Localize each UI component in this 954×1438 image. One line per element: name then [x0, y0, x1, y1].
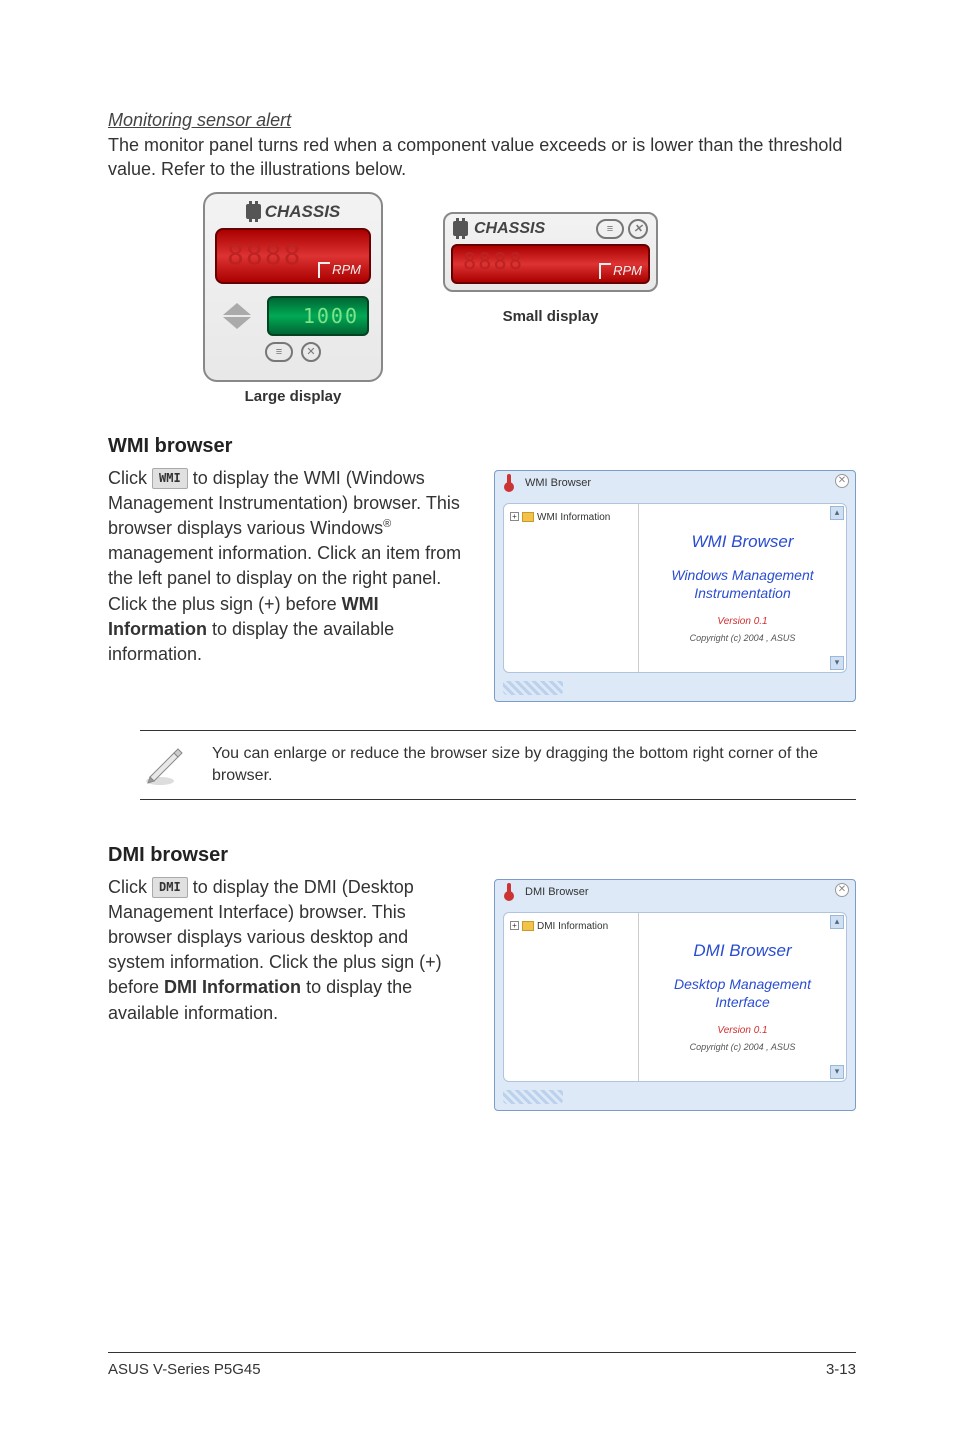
- rpm-label-small: RPM: [613, 263, 642, 278]
- dmi-heading: DMI browser: [108, 844, 856, 867]
- close-icon[interactable]: ✕: [628, 219, 648, 239]
- seg-digits-small: 8888: [463, 250, 524, 275]
- seg-digits-large: 8888: [227, 238, 302, 271]
- footer-right: 3-13: [826, 1361, 856, 1378]
- note-box: You can enlarge or reduce the browser si…: [140, 730, 856, 800]
- updown-arrows[interactable]: [217, 301, 257, 331]
- rpm-box-icon: [599, 263, 611, 279]
- wmi-heading: WMI browser: [108, 435, 856, 458]
- dmi-content: ▴ DMI Browser Desktop Management Interfa…: [639, 913, 846, 1081]
- wmi-content-sub1: Windows Management: [639, 566, 846, 584]
- wmi-tree-label: WMI Information: [537, 512, 610, 523]
- rpm-label: RPM: [332, 262, 361, 277]
- folder-icon: [522, 512, 534, 522]
- chassis-large-group: CHASSIS 8888 RPM 1000 ≡ ✕ Large display: [203, 192, 383, 405]
- large-caption: Large display: [203, 388, 383, 405]
- wmi-version: Version 0.1: [639, 616, 846, 627]
- note-text: You can enlarge or reduce the browser si…: [212, 743, 856, 786]
- chassis-label-small: CHASSIS: [474, 220, 545, 238]
- monitoring-heading: Monitoring sensor alert: [108, 110, 856, 131]
- chassis-red-small: 8888 RPM: [451, 244, 650, 284]
- triangle-up-icon: [223, 303, 251, 315]
- resize-handle[interactable]: [503, 1090, 563, 1104]
- dmi-content-sub2: Interface: [639, 993, 846, 1011]
- wmi-tree[interactable]: + WMI Information: [504, 504, 639, 672]
- scroll-down-icon[interactable]: ▾: [830, 656, 844, 670]
- collapse-icon[interactable]: ≡: [265, 342, 293, 362]
- wmi-content-sub2: Instrumentation: [639, 584, 846, 602]
- dmi-version: Version 0.1: [639, 1025, 846, 1036]
- page-footer: ASUS V-Series P5G45 3-13: [108, 1352, 856, 1378]
- dmi-content-title: DMI Browser: [639, 941, 846, 961]
- wmi-content: ▴ WMI Browser Windows Management Instrum…: [639, 504, 846, 672]
- plus-icon[interactable]: +: [510, 921, 519, 930]
- plus-icon[interactable]: +: [510, 512, 519, 521]
- chip-icon: [246, 204, 261, 219]
- scroll-down-icon[interactable]: ▾: [830, 1065, 844, 1079]
- scroll-up-icon[interactable]: ▴: [830, 915, 844, 929]
- green-readout: 1000: [267, 296, 369, 336]
- chassis-small-group: CHASSIS ≡ ✕ 8888 RPM Small display: [443, 192, 658, 325]
- pencil-icon: [140, 741, 188, 789]
- wmi-window-title: WMI Browser: [525, 477, 591, 489]
- thermometer-icon: [501, 883, 519, 901]
- wmi-t1: Click: [108, 468, 152, 488]
- wmi-t3: management information. Click an item fr…: [108, 543, 461, 613]
- wmi-text: Click WMI to display the WMI (Windows Ma…: [108, 466, 468, 668]
- chassis-large-panel: CHASSIS 8888 RPM 1000 ≡ ✕: [203, 192, 383, 382]
- folder-icon: [522, 921, 534, 931]
- close-icon[interactable]: ✕: [835, 883, 849, 897]
- footer-left: ASUS V-Series P5G45: [108, 1361, 261, 1378]
- monitoring-para: The monitor panel turns red when a compo…: [108, 133, 856, 182]
- triangle-down-icon: [223, 317, 251, 329]
- chassis-small-panel: CHASSIS ≡ ✕ 8888 RPM: [443, 212, 658, 292]
- reg-symbol: ®: [383, 518, 391, 530]
- chassis-red-large: 8888 RPM: [215, 228, 371, 284]
- close-icon[interactable]: ✕: [835, 474, 849, 488]
- small-caption: Small display: [443, 308, 658, 325]
- illustrations-row: CHASSIS 8888 RPM 1000 ≡ ✕ Large display: [108, 192, 856, 405]
- chassis-label: CHASSIS: [265, 202, 341, 222]
- scroll-up-icon[interactable]: ▴: [830, 506, 844, 520]
- wmi-button[interactable]: WMI: [152, 468, 188, 489]
- wmi-browser-window: WMI Browser ✕ + WMI Information ▴ WMI Br…: [494, 470, 856, 702]
- wmi-copyright: Copyright (c) 2004 , ASUS: [639, 633, 846, 643]
- dmi-tree[interactable]: + DMI Information: [504, 913, 639, 1081]
- thermometer-icon: [501, 474, 519, 492]
- dmi-bold: DMI Information: [164, 977, 301, 997]
- dmi-t1: Click: [108, 877, 152, 897]
- dmi-window-title: DMI Browser: [525, 886, 589, 898]
- wmi-content-title: WMI Browser: [639, 532, 846, 552]
- dmi-content-sub1: Desktop Management: [639, 975, 846, 993]
- dmi-text: Click DMI to display the DMI (Desktop Ma…: [108, 875, 468, 1026]
- resize-handle[interactable]: [503, 681, 563, 695]
- rpm-box-icon: [318, 262, 330, 278]
- expand-icon[interactable]: ≡: [596, 219, 624, 239]
- dmi-button[interactable]: DMI: [152, 877, 188, 898]
- dmi-copyright: Copyright (c) 2004 , ASUS: [639, 1042, 846, 1052]
- close-icon[interactable]: ✕: [301, 342, 321, 362]
- dmi-browser-window: DMI Browser ✕ + DMI Information ▴ DMI Br…: [494, 879, 856, 1111]
- chip-icon: [453, 221, 468, 236]
- dmi-tree-label: DMI Information: [537, 921, 608, 932]
